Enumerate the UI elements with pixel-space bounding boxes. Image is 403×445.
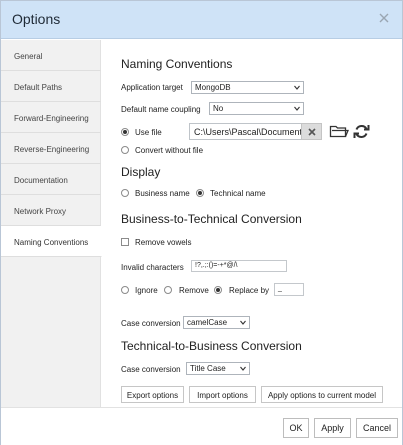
dialog-titlebar: Options bbox=[1, 1, 402, 39]
sidebar: General Default Paths Forward-Engineerin… bbox=[1, 40, 102, 407]
coupling-select[interactable]: No bbox=[209, 102, 304, 115]
clear-file-button[interactable] bbox=[301, 123, 322, 140]
chevron-down-icon bbox=[294, 85, 300, 90]
technical-name-radio[interactable] bbox=[196, 189, 204, 197]
dialog-title: Options bbox=[12, 11, 61, 27]
convert-without-file-radio[interactable] bbox=[121, 146, 129, 154]
export-options-button[interactable]: Export options bbox=[121, 386, 184, 403]
replace-by-input[interactable]: _ bbox=[274, 283, 304, 296]
b2t-case-select[interactable]: camelCase bbox=[183, 316, 250, 329]
remove-radio[interactable] bbox=[164, 286, 172, 294]
convert-without-file-label: Convert without file bbox=[135, 146, 204, 155]
ok-button[interactable]: OK bbox=[283, 418, 309, 438]
sidebar-item-default-paths[interactable]: Default Paths bbox=[1, 71, 101, 102]
display-heading: Display bbox=[121, 165, 161, 179]
sidebar-item-general[interactable]: General bbox=[1, 40, 101, 71]
t2b-case-select[interactable]: Title Case bbox=[186, 362, 250, 375]
import-options-button[interactable]: Import options bbox=[189, 386, 256, 403]
sidebar-item-documentation[interactable]: Documentation bbox=[1, 164, 101, 195]
folder-open-icon[interactable] bbox=[329, 123, 349, 139]
sidebar-item-forward-engineering[interactable]: Forward-Engineering bbox=[1, 102, 101, 133]
close-icon bbox=[308, 128, 316, 136]
close-icon[interactable] bbox=[376, 10, 392, 26]
ignore-label: Ignore bbox=[135, 286, 158, 295]
cancel-button[interactable]: Cancel bbox=[356, 418, 398, 438]
chevron-down-icon bbox=[294, 106, 300, 111]
coupling-label: Default name coupling bbox=[121, 105, 201, 114]
dialog-footer: OK Apply Cancel bbox=[1, 407, 402, 445]
sidebar-item-network-proxy[interactable]: Network Proxy bbox=[1, 195, 101, 226]
remove-label: Remove bbox=[179, 286, 209, 295]
naming-heading: Naming Conventions bbox=[121, 57, 233, 71]
remove-vowels-label: Remove vowels bbox=[135, 238, 192, 247]
chevron-down-icon bbox=[240, 366, 246, 371]
replace-by-radio[interactable] bbox=[214, 286, 222, 294]
apply-to-model-button[interactable]: Apply options to current model bbox=[261, 386, 383, 403]
technical-name-label: Technical name bbox=[210, 189, 266, 198]
use-file-radio[interactable] bbox=[121, 128, 129, 136]
sidebar-item-naming-conventions[interactable]: Naming Conventions bbox=[1, 226, 102, 257]
business-name-radio[interactable] bbox=[121, 189, 129, 197]
sidebar-item-reverse-engineering[interactable]: Reverse-Engineering bbox=[1, 133, 101, 164]
options-dialog: Options General Default Paths Forward-En… bbox=[0, 0, 403, 445]
invalid-characters-input[interactable]: !?,.;:()=-+*@/\ bbox=[191, 260, 287, 272]
refresh-icon[interactable] bbox=[353, 123, 370, 140]
remove-vowels-checkbox[interactable] bbox=[121, 238, 129, 246]
ignore-radio[interactable] bbox=[121, 286, 129, 294]
replace-by-label: Replace by bbox=[229, 286, 270, 295]
b2t-heading: Business-to-Technical Conversion bbox=[121, 212, 302, 226]
use-file-label: Use file bbox=[135, 128, 162, 137]
content-panel: Naming Conventions Application target Mo… bbox=[102, 40, 402, 407]
file-path-input[interactable]: C:\Users\Pascal\Documents\ bbox=[189, 123, 310, 140]
apply-button[interactable]: Apply bbox=[314, 418, 351, 438]
app-target-label: Application target bbox=[121, 83, 183, 92]
invalid-characters-label: Invalid characters bbox=[121, 263, 184, 272]
t2b-case-label: Case conversion bbox=[121, 365, 181, 374]
app-target-select[interactable]: MongoDB bbox=[191, 81, 304, 94]
business-name-label: Business name bbox=[135, 189, 190, 198]
t2b-heading: Technical-to-Business Conversion bbox=[121, 339, 302, 353]
chevron-down-icon bbox=[240, 320, 246, 325]
b2t-case-label: Case conversion bbox=[121, 319, 181, 328]
